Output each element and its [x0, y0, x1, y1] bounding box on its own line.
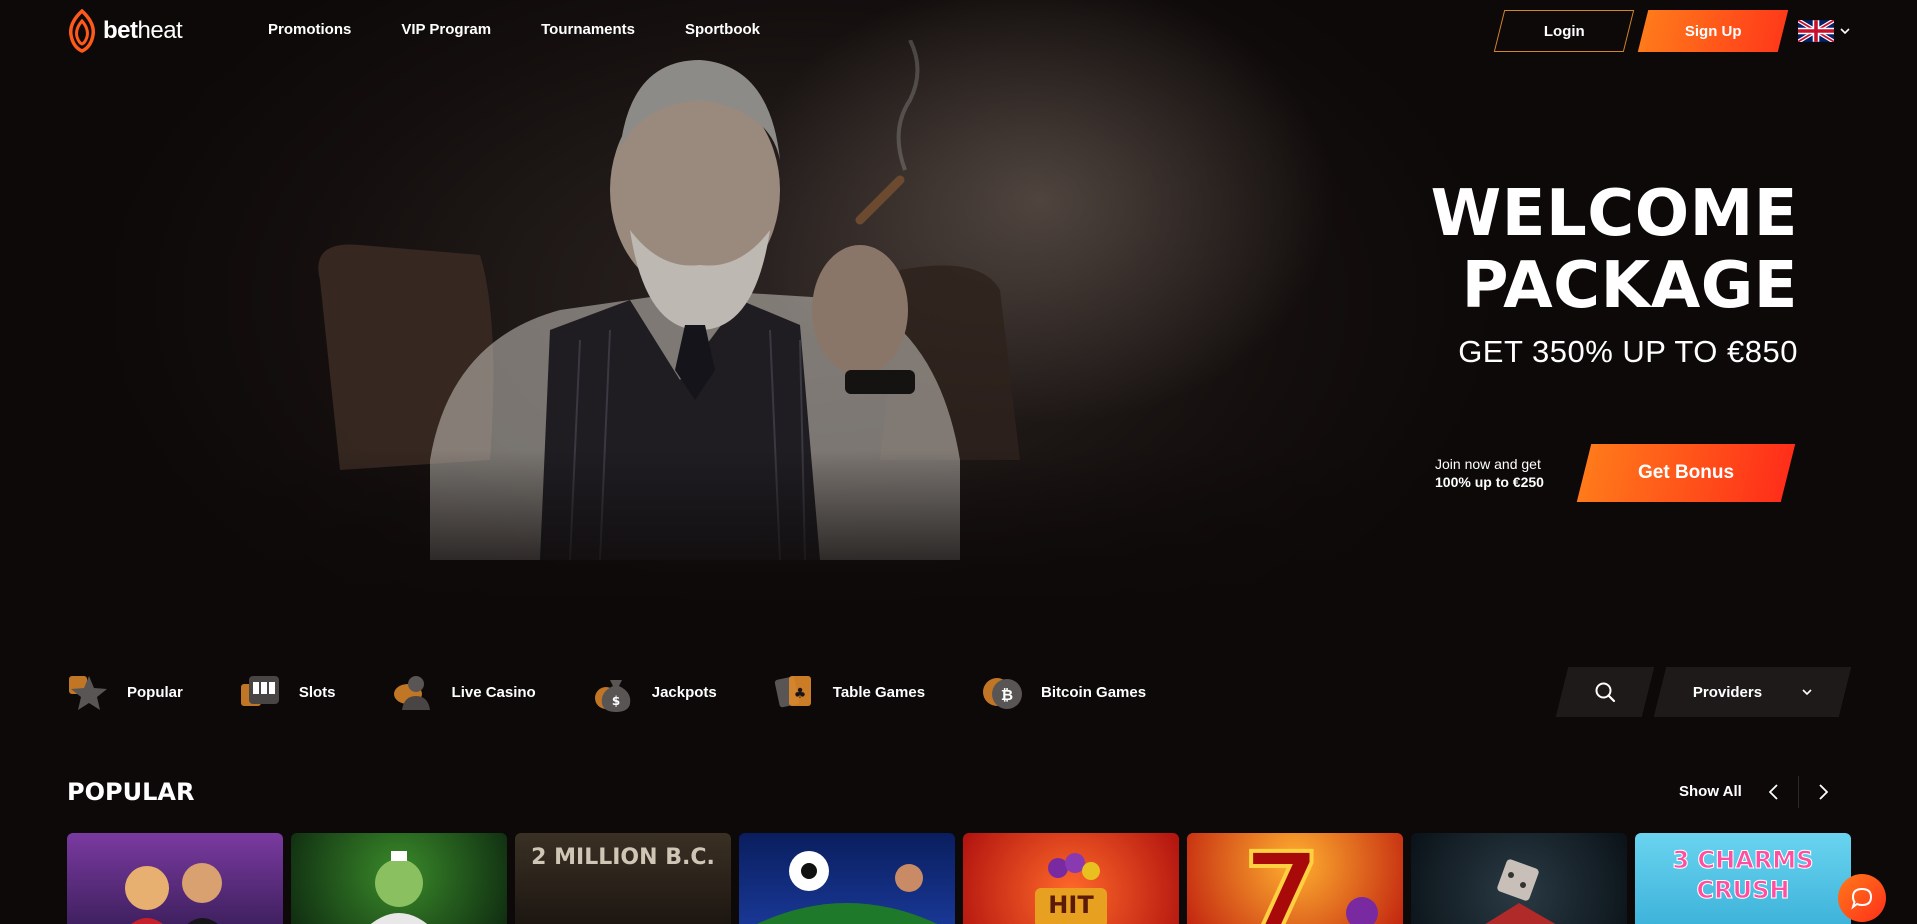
game-tile[interactable] [739, 833, 955, 924]
nav-sportbook[interactable]: Sportbook [685, 21, 760, 38]
game-title: HIT [1048, 891, 1094, 919]
game-tile[interactable] [67, 833, 283, 924]
game-thumbnail [756, 851, 938, 924]
join-line1: Join now and get [1435, 456, 1541, 472]
nav-vip-program[interactable]: VIP Program [401, 21, 491, 38]
betheat-logo[interactable]: betheat [67, 9, 183, 53]
nav-promotions[interactable]: Promotions [268, 21, 351, 38]
game-tile[interactable]: 2 MILLION B.C. [515, 833, 731, 924]
cards-icon: ♣ [774, 676, 811, 708]
category-jackpots[interactable]: $ Jackpots [592, 670, 717, 714]
game-thumbnail [125, 863, 222, 924]
get-bonus-label: Get Bonus [1637, 462, 1735, 483]
game-search-button[interactable] [1555, 667, 1655, 717]
category-label: Live Casino [451, 683, 536, 701]
nav-tournaments[interactable]: Tournaments [541, 21, 635, 38]
game-tile[interactable] [1411, 833, 1627, 924]
hero-title-line1: WELCOME [1430, 177, 1798, 251]
login-button[interactable]: Login [1493, 10, 1635, 52]
category-bar: Popular Slots Live Casino $ Jackpots ♣ T… [67, 668, 1202, 716]
signup-button[interactable]: Sign Up [1637, 10, 1789, 52]
language-selector[interactable] [1798, 20, 1850, 42]
signup-label: Sign Up [1684, 22, 1742, 40]
flame-logo-icon [68, 9, 96, 53]
get-bonus-button[interactable]: Get Bonus [1576, 444, 1796, 502]
category-label: Table Games [832, 683, 926, 701]
main-nav: Promotions VIP Program Tournaments Sport… [268, 21, 760, 38]
popular-games-row: 2 MILLION B.C. HIT 7 3 CHARMS CRUSH [67, 833, 1851, 924]
category-label: Slots [298, 683, 336, 701]
star-icon [69, 676, 107, 710]
logo-wordmark: betheat [103, 17, 183, 44]
game-tile[interactable]: 7 [1187, 833, 1403, 924]
svg-text:7: 7 [1244, 833, 1321, 924]
category-label: Bitcoin Games [1041, 683, 1147, 701]
category-label: Jackpots [651, 683, 717, 701]
chevron-down-icon [1802, 689, 1812, 695]
money-bag-icon: $ [594, 680, 631, 712]
slot-machine-icon [240, 676, 279, 706]
search-icon [1595, 682, 1616, 703]
show-all-link[interactable]: Show All [1679, 783, 1742, 800]
game-title: 3 CHARMS CRUSH [1672, 846, 1814, 905]
category-table-games[interactable]: ♣ Table Games [773, 670, 925, 714]
category-bitcoin-games[interactable]: ₿ Bitcoin Games [981, 670, 1146, 714]
join-line2: 100% up to €250 [1435, 474, 1544, 490]
chat-bubble-icon [1851, 887, 1873, 910]
top-header: betheat Promotions VIP Program Tournamen… [0, 0, 1917, 62]
hero-title: WELCOME PACKAGE [1431, 178, 1798, 322]
carousel-prev-button[interactable] [1763, 779, 1783, 805]
game-thumbnail: 7 [1242, 833, 1378, 924]
category-slots[interactable]: Slots [239, 670, 336, 714]
popular-section-title: POPULAR [67, 778, 195, 806]
login-label: Login [1543, 22, 1585, 40]
bitcoin-icon: ₿ [983, 678, 1023, 709]
uk-flag-icon [1798, 20, 1834, 42]
category-label: Popular [127, 683, 183, 701]
category-popular[interactable]: Popular [67, 670, 183, 714]
carousel-divider [1798, 776, 1799, 808]
chevron-left-icon [1768, 784, 1778, 800]
providers-label: Providers [1692, 683, 1763, 701]
carousel-next-button[interactable] [1813, 779, 1833, 805]
hero-subtitle: GET 350% UP TO €850 [1458, 334, 1798, 369]
hero-join-text: Join now and get 100% up to €250 [1435, 455, 1544, 491]
chevron-down-icon [1840, 28, 1850, 34]
svg-text:$: $ [612, 694, 620, 708]
hero-title-line2: PACKAGE [1461, 249, 1798, 323]
live-chat-button[interactable] [1838, 874, 1886, 922]
game-tile[interactable] [291, 833, 507, 924]
chevron-right-icon [1818, 784, 1828, 800]
game-tile[interactable]: 3 CHARMS CRUSH [1635, 833, 1851, 924]
providers-dropdown[interactable]: Providers [1653, 667, 1852, 717]
dealer-icon [393, 676, 430, 710]
game-thumbnail [371, 851, 427, 924]
category-live-casino[interactable]: Live Casino [392, 670, 536, 714]
svg-text:₿: ₿ [1001, 686, 1013, 704]
game-title: 2 MILLION B.C. [531, 845, 715, 870]
game-thumbnail [1485, 859, 1556, 924]
svg-text:♣: ♣ [794, 686, 807, 702]
game-tile[interactable]: HIT [963, 833, 1179, 924]
